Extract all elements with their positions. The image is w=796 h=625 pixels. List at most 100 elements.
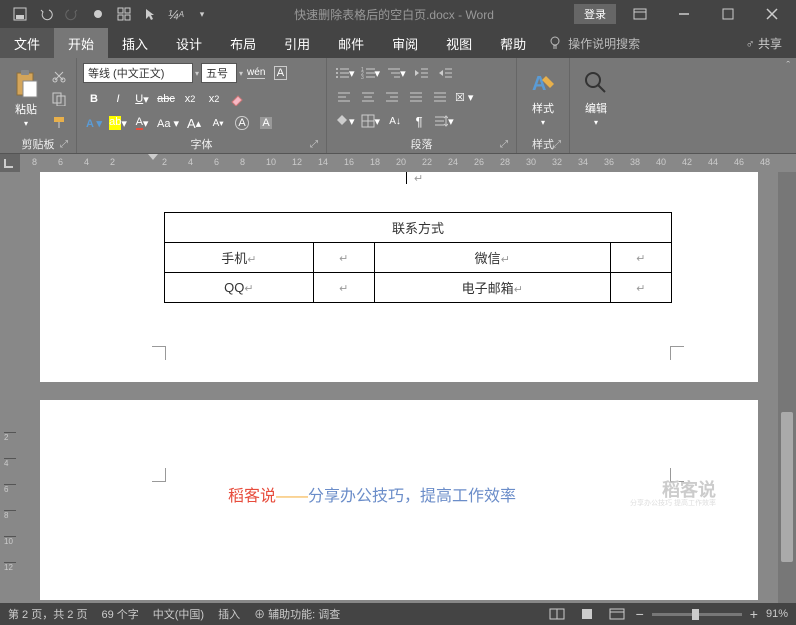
sort-icon[interactable]: A↓ bbox=[384, 110, 406, 132]
text-effects-icon[interactable]: A ▾ bbox=[83, 112, 105, 134]
tab-selector[interactable] bbox=[0, 154, 20, 172]
table-cell[interactable]: ↵ bbox=[313, 272, 374, 302]
bold-button[interactable]: B bbox=[83, 88, 105, 110]
tab-view[interactable]: 视图 bbox=[432, 28, 486, 58]
collapse-ribbon-icon[interactable]: ˆ bbox=[780, 58, 796, 153]
borders-icon[interactable]: ▾ bbox=[359, 110, 383, 132]
clear-format-icon[interactable] bbox=[227, 88, 249, 110]
subscript-button[interactable]: x2 bbox=[179, 88, 201, 110]
align-center-icon[interactable] bbox=[357, 86, 379, 108]
zoom-slider[interactable] bbox=[652, 613, 742, 616]
editing-button[interactable]: 编辑 ▾ bbox=[576, 62, 616, 135]
change-case-button[interactable]: Aa ▾ bbox=[155, 112, 181, 134]
tab-review[interactable]: 审阅 bbox=[378, 28, 432, 58]
dialog-launcher-icon[interactable]: ⤢ bbox=[60, 139, 68, 150]
accessibility-checker[interactable]: ⊕ 辅助功能: 调查 bbox=[254, 606, 340, 622]
line-spacing-icon[interactable]: ▾ bbox=[432, 110, 456, 132]
indent-marker-icon[interactable] bbox=[148, 154, 158, 162]
align-right-icon[interactable] bbox=[381, 86, 403, 108]
minimize-icon[interactable] bbox=[664, 3, 704, 25]
phonetic-guide-icon[interactable]: wén bbox=[245, 62, 267, 84]
cut-icon[interactable] bbox=[48, 65, 70, 87]
table-header[interactable]: 联系方式 bbox=[165, 212, 672, 242]
tab-mailings[interactable]: 邮件 bbox=[324, 28, 378, 58]
table-cell[interactable]: ↵ bbox=[610, 272, 671, 302]
tab-layout[interactable]: 布局 bbox=[216, 28, 270, 58]
italic-button[interactable]: I bbox=[107, 88, 129, 110]
table-cell[interactable]: ↵ bbox=[313, 242, 374, 272]
redo-icon[interactable] bbox=[60, 3, 84, 25]
table-cell[interactable]: ↵ bbox=[610, 242, 671, 272]
zoom-level[interactable]: 91% bbox=[766, 608, 788, 620]
enclose-char-icon[interactable]: A bbox=[231, 112, 253, 134]
zoom-thumb[interactable] bbox=[692, 609, 699, 620]
superscript-button[interactable]: x2 bbox=[203, 88, 225, 110]
shrink-font-icon[interactable]: A▾ bbox=[207, 112, 229, 134]
table-cell[interactable]: QQ↵ bbox=[165, 272, 314, 302]
ribbon-options-icon[interactable] bbox=[620, 3, 660, 25]
tab-home[interactable]: 开始 bbox=[54, 28, 108, 58]
font-size-combo[interactable]: 五号 bbox=[201, 63, 237, 83]
tell-me-search[interactable]: 操作说明搜索 bbox=[548, 35, 640, 52]
font-color-icon[interactable]: A ▾ bbox=[131, 112, 153, 134]
format-painter-icon[interactable] bbox=[48, 111, 70, 133]
word-count[interactable]: 69 个字 bbox=[101, 606, 138, 622]
scrollbar-vertical[interactable] bbox=[778, 172, 796, 607]
ruler-horizontal[interactable]: 8642246810121416182022242628303234363840… bbox=[0, 154, 796, 172]
grow-font-icon[interactable]: A▴ bbox=[183, 112, 205, 134]
zoom-out-button[interactable]: − bbox=[636, 606, 644, 622]
cursor-icon[interactable] bbox=[138, 3, 162, 25]
slogan-text[interactable]: 稻客说——分享办公技巧，提高工作效率 bbox=[228, 482, 516, 506]
dialog-launcher-icon[interactable]: ⤢ bbox=[310, 139, 318, 150]
close-icon[interactable] bbox=[752, 3, 792, 25]
numbering-icon[interactable]: 123▾ bbox=[359, 62, 383, 84]
share-button[interactable]: ♂ 共享 bbox=[746, 35, 796, 52]
tab-help[interactable]: 帮助 bbox=[486, 28, 540, 58]
tab-insert[interactable]: 插入 bbox=[108, 28, 162, 58]
read-mode-icon[interactable] bbox=[546, 605, 568, 623]
align-justify-icon[interactable] bbox=[405, 86, 427, 108]
paste-button[interactable]: 粘贴 ▾ bbox=[6, 62, 46, 135]
strikethrough-button[interactable]: abc bbox=[155, 88, 177, 110]
underline-button[interactable]: U ▾ bbox=[131, 88, 153, 110]
zoom-in-button[interactable]: + bbox=[750, 606, 758, 622]
page-indicator[interactable]: 第 2 页，共 2 页 bbox=[8, 606, 87, 622]
table-cell[interactable]: 电子邮箱↵ bbox=[374, 272, 610, 302]
char-shading-icon[interactable]: A bbox=[255, 112, 277, 134]
page-1[interactable]: ↵ 联系方式 手机↵ ↵ 微信↵ ↵ QQ↵ ↵ 电子邮箱↵ ↵ bbox=[40, 172, 758, 382]
styles-button[interactable]: A 样式 ▾ bbox=[523, 62, 563, 135]
login-button[interactable]: 登录 bbox=[574, 4, 616, 24]
tab-design[interactable]: 设计 bbox=[162, 28, 216, 58]
copy-icon[interactable] bbox=[48, 88, 70, 110]
align-left-icon[interactable] bbox=[333, 86, 355, 108]
web-layout-icon[interactable] bbox=[606, 605, 628, 623]
tab-references[interactable]: 引用 bbox=[270, 28, 324, 58]
bullets-icon[interactable]: ▾ bbox=[333, 62, 357, 84]
table-cell[interactable]: 微信↵ bbox=[374, 242, 610, 272]
decrease-indent-icon[interactable] bbox=[410, 62, 432, 84]
multilevel-list-icon[interactable]: ▾ bbox=[384, 62, 408, 84]
asian-layout-icon[interactable]: ☒ ▾ bbox=[453, 86, 475, 108]
increase-indent-icon[interactable] bbox=[434, 62, 456, 84]
align-distribute-icon[interactable] bbox=[429, 86, 451, 108]
highlight-icon[interactable]: ab ▾ bbox=[107, 112, 129, 134]
language-indicator[interactable]: 中文(中国) bbox=[153, 606, 204, 622]
dialog-launcher-icon[interactable]: ⤢ bbox=[553, 139, 561, 150]
print-layout-icon[interactable] bbox=[576, 605, 598, 623]
maximize-icon[interactable] bbox=[708, 3, 748, 25]
tab-file[interactable]: 文件 bbox=[0, 28, 54, 58]
ruler-vertical[interactable]: 24681012 bbox=[0, 172, 20, 607]
save-icon[interactable] bbox=[8, 3, 32, 25]
qat-dropdown-icon[interactable]: ▾ bbox=[190, 3, 214, 25]
scroll-thumb[interactable] bbox=[781, 412, 793, 562]
undo-icon[interactable] bbox=[34, 3, 58, 25]
show-marks-icon[interactable]: ¶ bbox=[408, 110, 430, 132]
character-border-icon[interactable]: A bbox=[269, 62, 291, 84]
page-2[interactable]: 稻客说——分享办公技巧，提高工作效率 稻客说 分享办公技巧 提高工作效率 bbox=[40, 400, 758, 600]
font-name-combo[interactable]: 等线 (中文正文) bbox=[83, 63, 193, 83]
contact-table[interactable]: 联系方式 手机↵ ↵ 微信↵ ↵ QQ↵ ↵ 电子邮箱↵ ↵ bbox=[164, 182, 672, 303]
shading-icon[interactable]: ▾ bbox=[333, 110, 357, 132]
table-cell[interactable]: 手机↵ bbox=[165, 242, 314, 272]
bullet-icon[interactable] bbox=[86, 3, 110, 25]
dialog-launcher-icon[interactable]: ⤢ bbox=[500, 139, 508, 150]
